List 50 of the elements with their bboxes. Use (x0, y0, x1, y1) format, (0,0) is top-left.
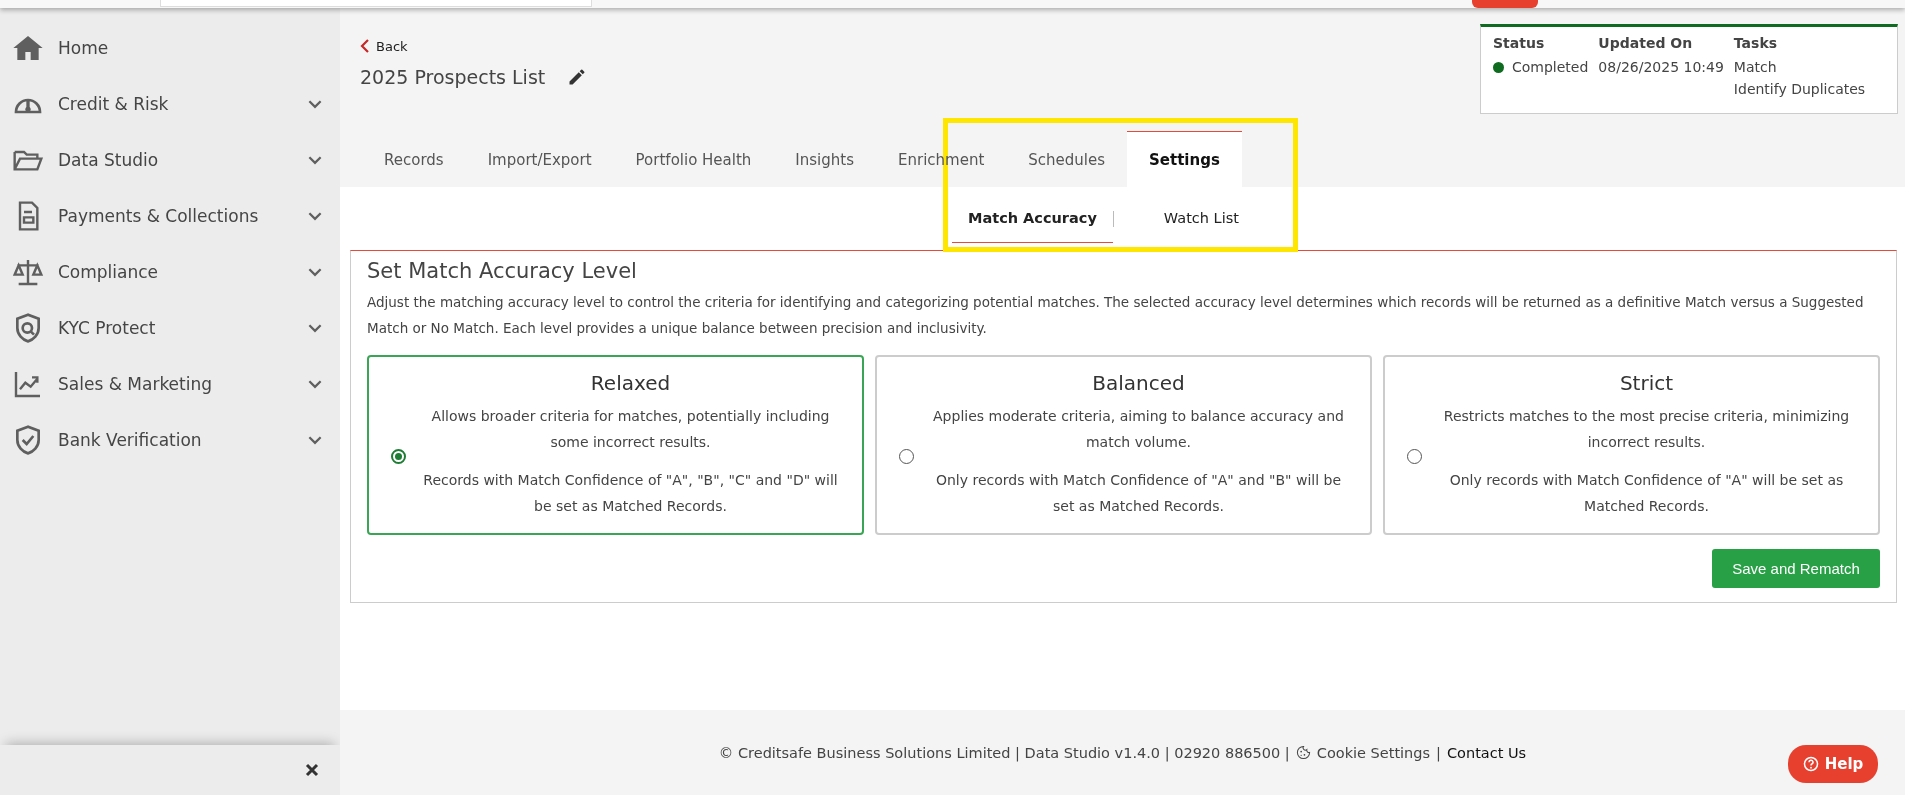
sub-tab[interactable]: Match Accuracy (952, 194, 1113, 243)
option-detail: Only records with Match Confidence of "A" and "B" will be set as Matched Records. (934, 471, 1343, 516)
page-title: 2025 Prospects List (360, 66, 546, 88)
status-heading: Status (1493, 35, 1546, 51)
option-description: Restricts matches to the most precise criteria, minimizing incorrect results. (1442, 407, 1851, 452)
sidebar-item[interactable]: Home (58, 38, 324, 58)
radio-button[interactable] (391, 449, 406, 464)
tab[interactable]: Insights (773, 131, 876, 187)
sidebar-item[interactable]: Payments & Collections (58, 206, 306, 226)
option-title: Balanced (1092, 371, 1185, 395)
sub-tab[interactable]: Watch List (1141, 194, 1261, 243)
contact-us-link[interactable]: Contact Us (1446, 744, 1527, 761)
panel-description: Adjust the matching accuracy level to control the criteria for identifying and categorizing potential matches. The selected accuracy level determines which records will be returned as a definitive Match versus a Suggested Match or No Match. Each level provides a unique balance between precision and inclusivity. (367, 293, 1865, 338)
option-detail: Only records with Match Confidence of "A" will be set as Matched Records. (1448, 471, 1845, 516)
tasks-heading: Tasks (1733, 35, 1779, 51)
cookie-icon (1295, 745, 1311, 760)
tab[interactable]: Records (362, 131, 466, 187)
accuracy-option-card[interactable]: Strict Restricts matches to the most precise criteria, minimizing incorrect results. Only records with Match Confidence of "A" will be set as Matched Records. (1383, 355, 1880, 535)
accuracy-option-card[interactable]: Relaxed Allows broader criteria for matches, potentially including some incorrect results. Records with Match Confidence of "A", "B", "C" and "D" will be set as Matched Records. (367, 355, 864, 535)
cookie-settings-link[interactable]: Cookie Settings (1316, 744, 1431, 761)
option-title: Relaxed (590, 371, 671, 395)
option-description: Applies moderate criteria, aiming to balance accuracy and match volume. (932, 407, 1345, 452)
sidebar-item[interactable]: Compliance (58, 262, 306, 282)
chevron-left-icon (360, 38, 370, 54)
task-name: Match (1733, 58, 1778, 77)
tab[interactable]: Schedules (1006, 131, 1128, 187)
footer-text: © Creditsafe Business Solutions Limited | Data Studio v1.4.0 | 02920 886500 | (718, 744, 1290, 761)
help-button[interactable]: Help (1788, 745, 1878, 783)
option-detail: Records with Match Confidence of "A", "B", "C" and "D" will be set as Matched Records. (422, 471, 839, 516)
tab[interactable]: Settings (1127, 131, 1242, 187)
sidebar-item[interactable]: Credit & Risk (58, 94, 306, 114)
accuracy-option-card[interactable]: Balanced Applies moderate criteria, aiming to balance accuracy and match volume. Only records with Match Confidence of "A" and "B" will be set as Matched Records. (875, 355, 1372, 535)
close-icon[interactable] (304, 762, 320, 778)
tab[interactable]: Import/Export (465, 131, 614, 187)
updated-value: 08/26/2025 10:49 (1598, 58, 1724, 77)
question-icon (1802, 756, 1819, 772)
status-value: Completed (1512, 58, 1589, 77)
option-description: Allows broader criteria for matches, potentially including some incorrect results. (430, 407, 831, 452)
updated-heading: Updated On (1598, 35, 1694, 51)
sidebar-item[interactable]: Data Studio (58, 150, 306, 170)
footer-separator: | (1436, 744, 1441, 761)
sidebar-item[interactable]: KYC Protect (58, 318, 306, 338)
header-button[interactable] (1472, 0, 1538, 8)
tab[interactable]: Portfolio Health (613, 131, 774, 187)
panel-title: Set Match Accuracy Level (367, 259, 638, 283)
sidebar-item[interactable]: Bank Verification (58, 430, 306, 450)
option-title: Strict (1619, 371, 1674, 395)
sidebar-item[interactable]: Sales & Marketing (58, 374, 306, 394)
task-name: Identify Duplicates (1733, 80, 1866, 99)
back-link[interactable]: Back (360, 38, 408, 54)
